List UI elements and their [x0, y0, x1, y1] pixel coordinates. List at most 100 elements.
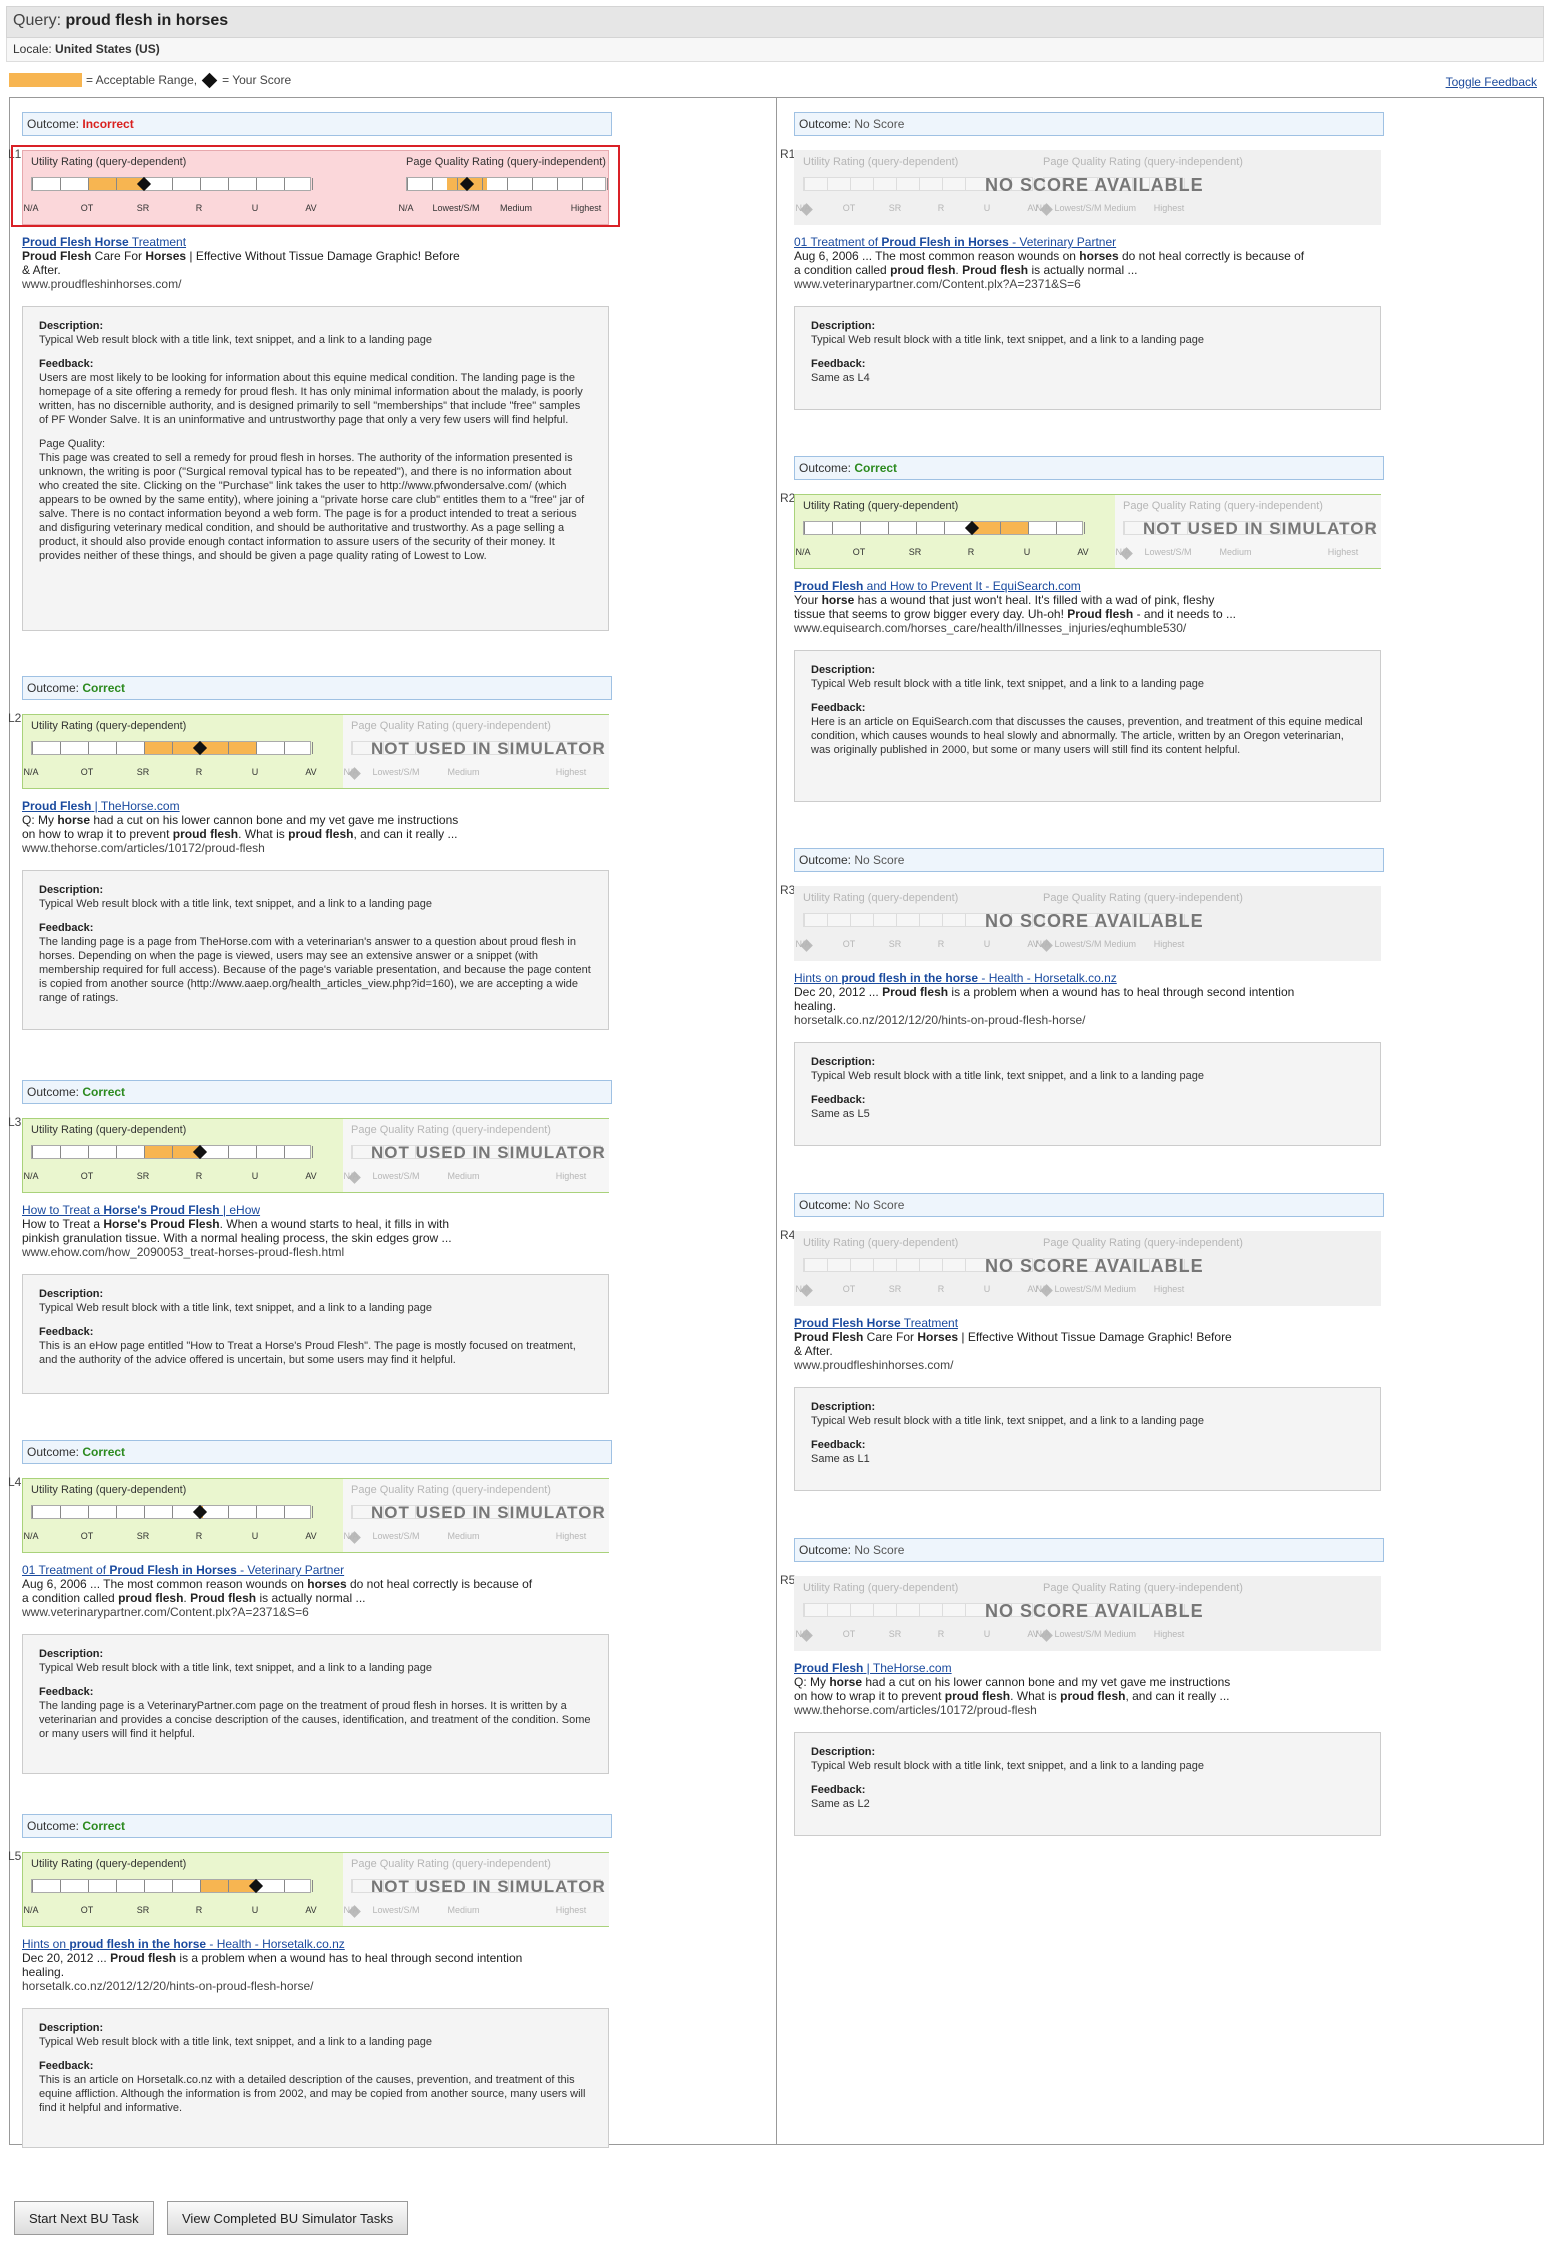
scale-tick — [312, 1146, 313, 1158]
scale-tick — [88, 1146, 89, 1158]
locale-label: Locale: — [13, 42, 52, 56]
scale-tick — [1028, 522, 1029, 534]
no-score-available-text: NO SCORE AVAILABLE — [985, 911, 1204, 931]
snippet-text: a condition called — [794, 263, 891, 277]
incorrect-highlight-frame — [11, 145, 620, 227]
feedback-text: Here is an article on EquiSearch.com tha… — [811, 716, 1363, 756]
snippet-text: proud flesh — [944, 1689, 1011, 1703]
not-used-in-simulator-text: NOT USED IN SIMULATOR — [1143, 519, 1378, 538]
outcome-value: No Score — [854, 1198, 905, 1212]
feedback-heading: Feedback: — [39, 2060, 94, 2072]
scale-label: N/A — [343, 1531, 359, 1541]
snippet-text: Your — [794, 593, 822, 607]
start-next-bu-task-button[interactable]: Start Next BU Task — [14, 2201, 154, 2235]
result-url: www.veterinarypartner.com/Content.plx?A=… — [22, 1605, 309, 1619]
scale-label: U — [251, 1905, 259, 1915]
scale-label: OT — [852, 547, 866, 557]
result-url: www.proudfleshinhorses.com/ — [794, 1358, 954, 1372]
title-part: - Health - Horsetalk.co.nz — [206, 1937, 345, 1951]
feedback-heading: Feedback: — [811, 358, 866, 370]
utility-scale-title: Utility Rating (query-dependent) — [803, 500, 959, 512]
result-url: www.proudfleshinhorses.com/ — [22, 277, 182, 291]
result-title-link[interactable]: Proud Flesh | TheHorse.com — [794, 1661, 1384, 1675]
feedback-box: Description: Typical Web result block wit… — [794, 650, 1381, 802]
feedback-heading: Feedback: — [39, 1326, 94, 1338]
toggle-feedback-link[interactable]: Toggle Feedback — [1446, 75, 1537, 89]
description-text: Typical Web result block with a title li… — [39, 1662, 432, 1674]
title-part: Proud Flesh — [794, 1661, 864, 1675]
description-heading: Description: — [811, 1746, 876, 1758]
result-item-l3: Outcome: Correct L3. Utility Rating (query… — [8, 1080, 612, 1394]
result-title-link[interactable]: How to Treat a Horse's Proud Flesh | eHo… — [22, 1203, 612, 1217]
scale-tick — [965, 914, 966, 926]
scale-tick — [827, 1259, 828, 1271]
result-title-link[interactable]: Proud Flesh Horse Treatment — [22, 235, 612, 249]
scale-tick — [919, 1259, 920, 1271]
result-title-link[interactable]: 01 Treatment of Proud Flesh in Horses - … — [22, 1563, 612, 1577]
not-used-in-simulator-text: NOT USED IN SIMULATOR — [371, 739, 606, 758]
result-title-link[interactable]: Hints on proud flesh in the horse - Heal… — [22, 1937, 612, 1951]
utility-scale-bar[interactable] — [31, 1878, 313, 1894]
page-quality-heading: Page Quality: — [39, 438, 106, 450]
utility-scale-bar[interactable] — [31, 740, 313, 756]
utility-scale-bar[interactable] — [31, 1144, 313, 1160]
scale-tick — [944, 522, 945, 534]
page-quality-scale-title: Page Quality Rating (query-independent) — [351, 1858, 551, 1870]
result-item-l1: Outcome: Incorrect L1. Utility Rating (que… — [8, 112, 620, 631]
scale-label: N/A — [343, 1905, 359, 1915]
feedback-box: Description: Typical Web result block wit… — [22, 870, 609, 1030]
scale-tick — [804, 522, 805, 534]
feedback-heading: Feedback: — [811, 1094, 866, 1106]
scale-tick — [200, 1880, 201, 1892]
view-completed-tasks-button[interactable]: View Completed BU Simulator Tasks — [167, 2201, 409, 2235]
scale-tick — [116, 742, 117, 754]
title-part: Proud Flesh in Horses — [881, 235, 1009, 249]
title-part: Hints on — [794, 971, 842, 985]
scale-label: N/A — [795, 547, 811, 557]
scale-tick — [144, 742, 145, 754]
scale-label: SR — [888, 939, 902, 949]
scale-tick — [896, 178, 897, 190]
not-used-in-simulator-text: NOT USED IN SIMULATOR — [371, 1143, 606, 1162]
result-title-link[interactable]: Proud Flesh | TheHorse.com — [22, 799, 612, 813]
result-title-link[interactable]: Hints on proud flesh in the horse - Heal… — [794, 971, 1384, 985]
result-title-link[interactable]: Proud Flesh Horse Treatment — [794, 1316, 1384, 1330]
scale-tick — [32, 1880, 33, 1892]
snippet-text: on how to wrap it to prevent — [794, 1689, 945, 1703]
scale-label: U — [251, 767, 259, 777]
result-url: horsetalk.co.nz/2012/12/20/hints-on-prou… — [22, 1979, 314, 1993]
utility-scale-bar[interactable] — [31, 1504, 313, 1520]
description-text: Typical Web result block with a title li… — [39, 1302, 432, 1314]
rating-box: Utility Rating (query-dependent) N/A OT SR R… — [22, 714, 609, 789]
snippet-text: do not heal correctly is because of — [1118, 249, 1305, 263]
scale-label: Medium — [447, 1905, 480, 1915]
scale-tick — [1056, 522, 1057, 534]
scale-tick — [850, 1604, 851, 1616]
scale-label: OT — [80, 1531, 94, 1541]
outcome-value: Correct — [82, 1819, 126, 1833]
scale-label: OT — [80, 1171, 94, 1181]
page-quality-disabled: Page Quality Rating (query-independent) N… — [343, 1479, 609, 1552]
rating-box: Utility Rating (query-dependent) N/A OT SR R… — [22, 1852, 609, 1927]
description-heading: Description: — [39, 1648, 104, 1660]
scale-label: U — [1023, 547, 1031, 557]
search-result-snippet: Proud Flesh and How to Prevent It - Equi… — [794, 579, 1384, 635]
scale-label: N/A — [795, 1284, 811, 1294]
utility-scale-bar[interactable] — [803, 520, 1085, 536]
result-title-link[interactable]: 01 Treatment of Proud Flesh in Horses - … — [794, 235, 1384, 249]
snippet-text: horse — [57, 813, 91, 827]
scale-tick — [352, 1880, 353, 1892]
scale-label: OT — [842, 1629, 856, 1639]
snippet-text: horses — [1079, 249, 1119, 263]
scale-tick — [284, 742, 285, 754]
scale-label: U — [983, 939, 991, 949]
result-item-r5: Outcome: No Score R5. Utility Rating (quer… — [780, 1538, 1384, 1836]
result-title-link[interactable]: Proud Flesh and How to Prevent It - Equi… — [794, 579, 1384, 593]
scale-tick — [172, 1146, 173, 1158]
scale-label: SR — [888, 1629, 902, 1639]
acceptable-range-swatch — [9, 73, 82, 87]
scale-label: N/A — [1035, 203, 1051, 213]
scale-label: SR — [136, 767, 150, 777]
result-item-l4: Outcome: Correct L4. Utility Rating (query… — [8, 1440, 612, 1774]
feedback-text: Same as L1 — [811, 1453, 870, 1465]
